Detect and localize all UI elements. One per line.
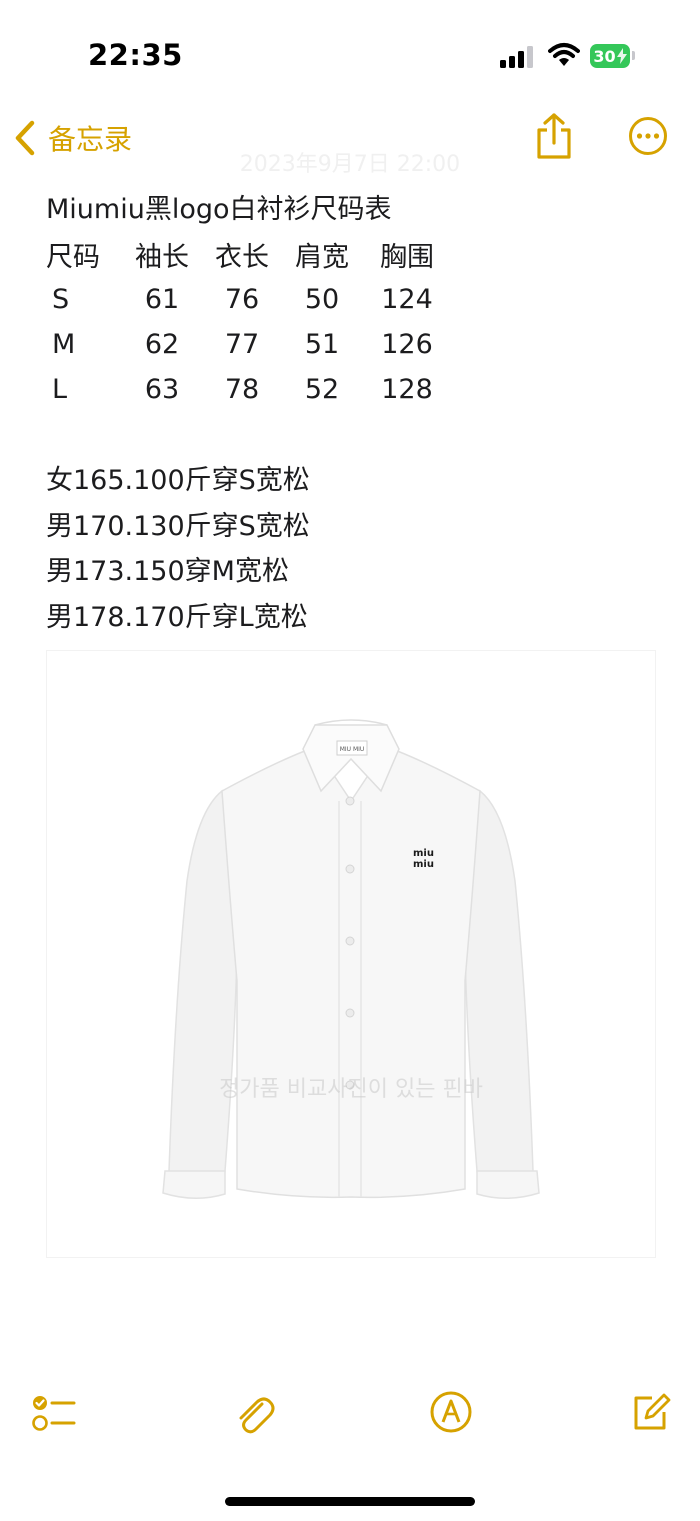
- paperclip-icon[interactable]: [232, 1390, 276, 1436]
- cell-size: S: [52, 284, 70, 315]
- compose-icon[interactable]: [630, 1390, 672, 1434]
- white-shirt-image: MIU MIU miu miu: [162, 719, 540, 1199]
- charging-bolt-icon: [616, 48, 627, 64]
- table-row: L 63 78 52 128: [46, 367, 452, 412]
- cell-sleeve: 62: [144, 329, 180, 360]
- header-sleeve: 袖长: [135, 242, 189, 273]
- note-body[interactable]: Miumiu黑logo白衬衫尺码表 尺码 袖长 衣长 肩宽 胸围 S 61 76…: [46, 188, 666, 640]
- cell-sleeve: 61: [144, 284, 180, 315]
- cell-length: 77: [224, 329, 260, 360]
- cell-chest: 124: [381, 284, 433, 315]
- logo-text-bottom: miu: [413, 859, 434, 870]
- battery-indicator: 30: [590, 44, 630, 68]
- pen-circle-icon[interactable]: [429, 1390, 473, 1434]
- cell-length: 76: [224, 284, 260, 315]
- fit-line: 男178.170斤穿L宽松: [46, 601, 308, 633]
- cell-shoulder: 51: [304, 329, 340, 360]
- bottom-toolbar: [0, 1390, 700, 1460]
- collar-label-text: MIU MIU: [340, 746, 365, 753]
- note-date: 2023年9月7日 22:00: [239, 152, 461, 177]
- wifi-icon: [548, 43, 580, 66]
- cell-chest: 126: [381, 329, 433, 360]
- battery-level: 30: [593, 46, 616, 66]
- fit-line: 女165.100斤穿S宽松: [46, 465, 310, 496]
- note-title: Miumiu黑logo白衬衫尺码表: [46, 194, 392, 225]
- cell-length: 78: [224, 374, 260, 405]
- cell-sleeve: 63: [144, 374, 180, 405]
- header-size: 尺码: [46, 242, 100, 273]
- cell-size: M: [52, 329, 76, 360]
- status-time: 22:35: [88, 38, 183, 72]
- battery-tip: [632, 51, 635, 60]
- cell-shoulder: 52: [304, 374, 340, 405]
- table-row: S 61 76 50 124: [46, 277, 452, 322]
- logo-text-top: miu: [413, 848, 434, 859]
- photo-watermark: 정가품 비교사진이 있는 핀바: [219, 1077, 483, 1102]
- cellular-signal-icon: [500, 46, 533, 68]
- size-table: 尺码 袖长 衣长 肩宽 胸围 S 61 76 50 124 M 62 77 51…: [46, 232, 452, 412]
- header-shoulder: 肩宽: [295, 242, 349, 273]
- header-chest: 胸围: [380, 242, 434, 273]
- home-indicator[interactable]: [225, 1497, 475, 1506]
- fit-list: 女165.100斤穿S宽松 男170.130斤穿S宽松 男173.150穿M宽松…: [46, 458, 666, 640]
- table-row: M 62 77 51 126: [46, 322, 452, 367]
- cell-shoulder: 50: [304, 284, 340, 315]
- cell-size: L: [52, 374, 68, 405]
- size-table-header: 尺码 袖长 衣长 肩宽 胸围: [46, 232, 452, 277]
- status-bar: 22:35 30: [0, 0, 700, 110]
- fit-line: 男170.130斤穿S宽松: [46, 510, 310, 542]
- fit-line: 男173.150穿M宽松: [46, 556, 289, 587]
- checklist-icon[interactable]: [30, 1390, 76, 1436]
- shirt-photo[interactable]: MIU MIU miu miu 정가품 비교사진이 있는 핀바: [46, 650, 656, 1258]
- cell-chest: 128: [381, 374, 433, 405]
- header-length: 衣长: [215, 242, 269, 273]
